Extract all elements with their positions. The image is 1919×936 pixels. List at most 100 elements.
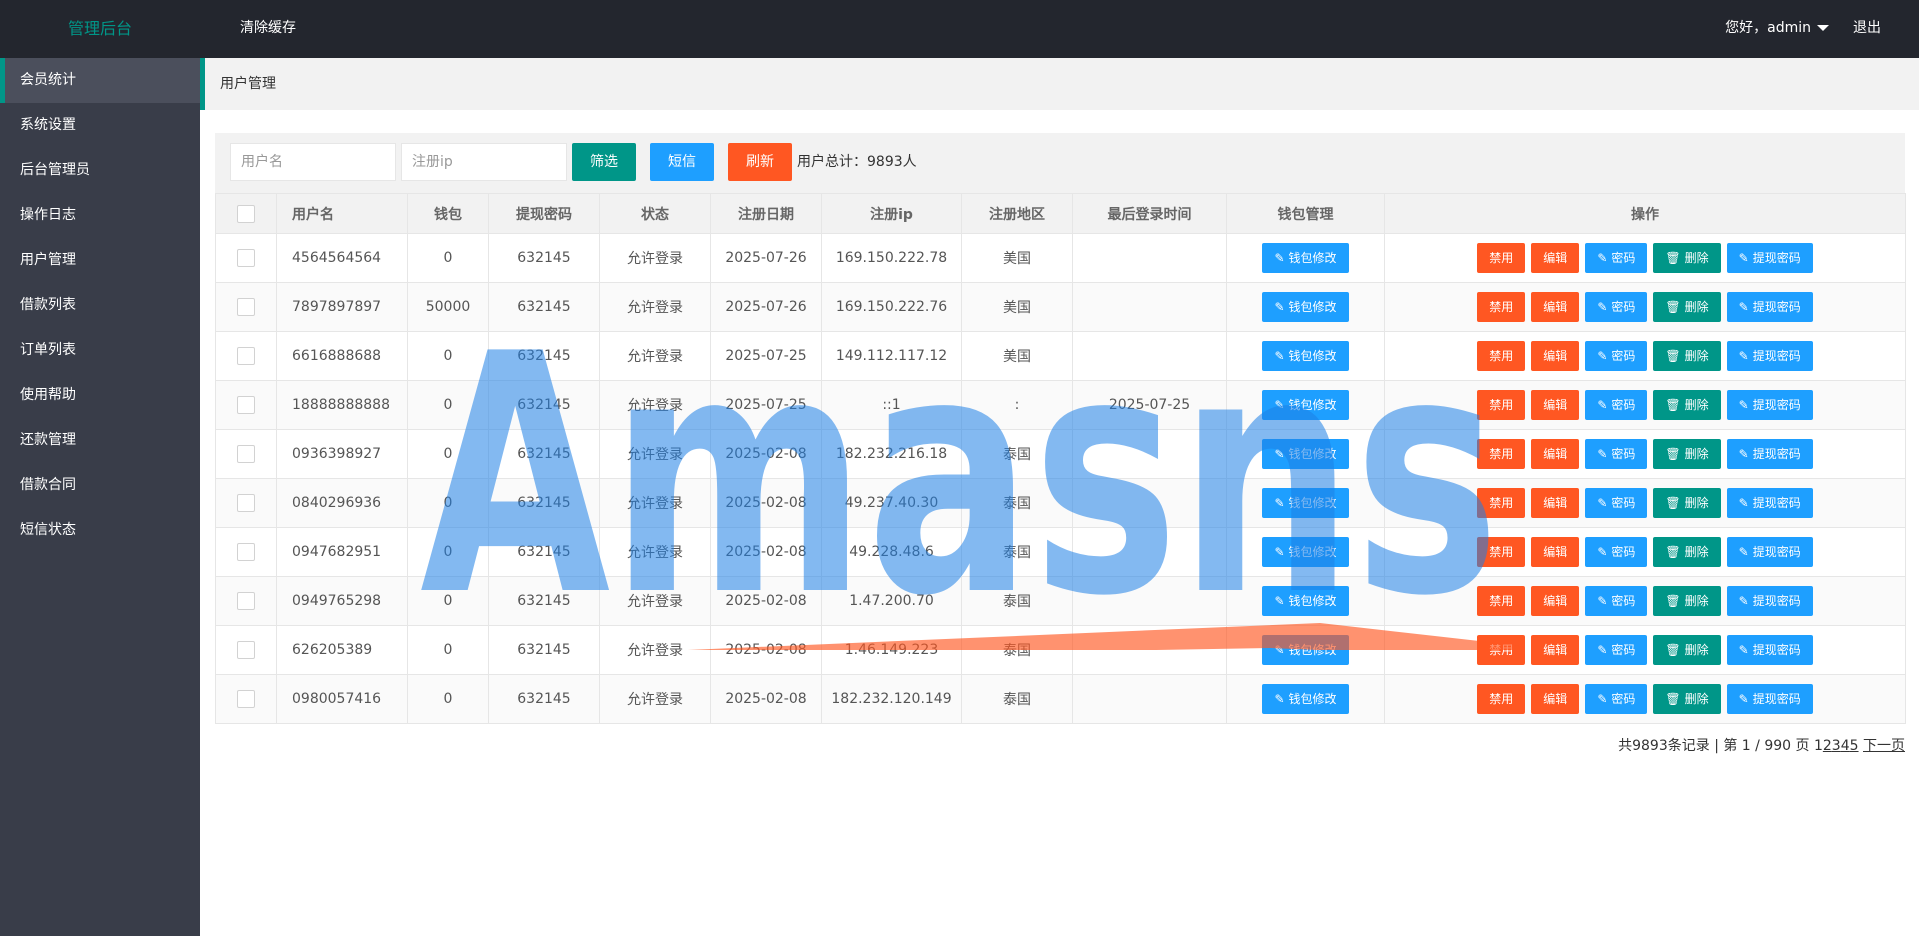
edit-button[interactable]: 编辑 [1531, 586, 1580, 616]
ban-button[interactable]: 禁用 [1477, 341, 1526, 371]
row-checkbox[interactable] [237, 543, 255, 561]
page-link[interactable]: 5 [1850, 738, 1859, 754]
withdraw-password-button[interactable]: ✎ 提现密码 [1726, 635, 1813, 665]
ban-button[interactable]: 禁用 [1477, 488, 1526, 518]
delete-button[interactable]: 🗑 删除 [1653, 684, 1721, 714]
row-checkbox[interactable] [237, 592, 255, 610]
sidebar-item-loan-contract[interactable]: 借款合同 [0, 463, 200, 508]
app-logo[interactable]: 管理后台 [0, 0, 200, 58]
wallet-edit-button[interactable]: ✎ 钱包修改 [1262, 341, 1349, 371]
password-button[interactable]: ✎ 密码 [1585, 439, 1648, 469]
withdraw-password-button[interactable]: ✎ 提现密码 [1726, 586, 1813, 616]
edit-button[interactable]: 编辑 [1531, 243, 1580, 273]
page-link[interactable]: 3 [1832, 738, 1841, 754]
ban-button[interactable]: 禁用 [1477, 586, 1526, 616]
page-link[interactable]: 4 [1841, 738, 1850, 754]
withdraw-password-button[interactable]: ✎ 提现密码 [1726, 439, 1813, 469]
sidebar-item-sms-status[interactable]: 短信状态 [0, 508, 200, 553]
password-button[interactable]: ✎ 密码 [1585, 586, 1648, 616]
ban-button[interactable]: 禁用 [1477, 684, 1526, 714]
row-checkbox[interactable] [237, 298, 255, 316]
ban-button[interactable]: 禁用 [1477, 635, 1526, 665]
sidebar-item-order-list[interactable]: 订单列表 [0, 328, 200, 373]
wallet-edit-button[interactable]: ✎ 钱包修改 [1262, 488, 1349, 518]
logout-link[interactable]: 退出 [1853, 0, 1881, 56]
withdraw-password-button[interactable]: ✎ 提现密码 [1726, 292, 1813, 322]
sidebar-item-loan-list[interactable]: 借款列表 [0, 283, 200, 328]
delete-button[interactable]: 🗑 删除 [1653, 243, 1721, 273]
wallet-edit-button[interactable]: ✎ 钱包修改 [1262, 586, 1349, 616]
wallet-edit-button[interactable]: ✎ 钱包修改 [1262, 537, 1349, 567]
page-link[interactable]: 2 [1823, 738, 1832, 754]
sidebar-item-help[interactable]: 使用帮助 [0, 373, 200, 418]
edit-button[interactable]: 编辑 [1531, 684, 1580, 714]
edit-button[interactable]: 编辑 [1531, 488, 1580, 518]
wallet-edit-button[interactable]: ✎ 钱包修改 [1262, 390, 1349, 420]
delete-button[interactable]: 🗑 删除 [1653, 341, 1721, 371]
row-checkbox[interactable] [237, 690, 255, 708]
wallet-edit-button[interactable]: ✎ 钱包修改 [1262, 292, 1349, 322]
ban-button[interactable]: 禁用 [1477, 537, 1526, 567]
ip-input[interactable] [401, 143, 567, 181]
edit-button[interactable]: 编辑 [1531, 439, 1580, 469]
row-checkbox[interactable] [237, 347, 255, 365]
ban-button[interactable]: 禁用 [1477, 439, 1526, 469]
delete-button[interactable]: 🗑 删除 [1653, 488, 1721, 518]
delete-label: 删除 [1684, 594, 1709, 608]
sidebar-item-admins[interactable]: 后台管理员 [0, 148, 200, 193]
edit-button[interactable]: 编辑 [1531, 635, 1580, 665]
row-checkbox[interactable] [237, 396, 255, 414]
edit-button[interactable]: 编辑 [1531, 390, 1580, 420]
delete-button[interactable]: 🗑 删除 [1653, 292, 1721, 322]
wallet-edit-button[interactable]: ✎ 钱包修改 [1262, 635, 1349, 665]
cell-last-login [1072, 478, 1227, 528]
password-button[interactable]: ✎ 密码 [1585, 684, 1648, 714]
withdraw-password-button[interactable]: ✎ 提现密码 [1726, 537, 1813, 567]
sms-button[interactable]: 短信 [650, 143, 714, 181]
wallet-edit-button[interactable]: ✎ 钱包修改 [1262, 684, 1349, 714]
row-checkbox[interactable] [237, 249, 255, 267]
withdraw-password-button[interactable]: ✎ 提现密码 [1726, 243, 1813, 273]
delete-button[interactable]: 🗑 删除 [1653, 537, 1721, 567]
filter-button[interactable]: 筛选 [572, 143, 636, 181]
password-button[interactable]: ✎ 密码 [1585, 537, 1648, 567]
withdraw-password-button[interactable]: ✎ 提现密码 [1726, 684, 1813, 714]
user-menu[interactable]: 您好，admin [1725, 0, 1829, 56]
ban-button[interactable]: 禁用 [1477, 390, 1526, 420]
edit-button[interactable]: 编辑 [1531, 537, 1580, 567]
password-button[interactable]: ✎ 密码 [1585, 635, 1648, 665]
withdraw-password-button[interactable]: ✎ 提现密码 [1726, 390, 1813, 420]
delete-button[interactable]: 🗑 删除 [1653, 439, 1721, 469]
clear-cache-link[interactable]: 清除缓存 [240, 0, 296, 56]
edit-button[interactable]: 编辑 [1531, 341, 1580, 371]
sidebar-item-repayment[interactable]: 还款管理 [0, 418, 200, 463]
sidebar-item-operation-log[interactable]: 操作日志 [0, 193, 200, 238]
sidebar-item-user-management[interactable]: 用户管理 [0, 238, 200, 283]
sidebar-item-system-settings[interactable]: 系统设置 [0, 103, 200, 148]
row-checkbox[interactable] [237, 494, 255, 512]
username-input[interactable] [230, 143, 396, 181]
sidebar-item-member-stats[interactable]: 会员统计 [0, 58, 200, 103]
delete-button[interactable]: 🗑 删除 [1653, 635, 1721, 665]
refresh-button[interactable]: 刷新 [728, 143, 792, 181]
delete-button[interactable]: 🗑 删除 [1653, 586, 1721, 616]
edit-button[interactable]: 编辑 [1531, 292, 1580, 322]
row-checkbox[interactable] [237, 445, 255, 463]
wallet-edit-button[interactable]: ✎ 钱包修改 [1262, 243, 1349, 273]
password-button[interactable]: ✎ 密码 [1585, 243, 1648, 273]
ban-button[interactable]: 禁用 [1477, 243, 1526, 273]
password-button[interactable]: ✎ 密码 [1585, 341, 1648, 371]
withdraw-password-button[interactable]: ✎ 提现密码 [1726, 488, 1813, 518]
delete-button[interactable]: 🗑 删除 [1653, 390, 1721, 420]
password-button[interactable]: ✎ 密码 [1585, 292, 1648, 322]
next-page-link[interactable]: 下一页 [1863, 738, 1905, 754]
withdraw-password-button[interactable]: ✎ 提现密码 [1726, 341, 1813, 371]
select-all-checkbox[interactable] [237, 204, 255, 223]
password-button[interactable]: ✎ 密码 [1585, 390, 1648, 420]
wallet-edit-button[interactable]: ✎ 钱包修改 [1262, 439, 1349, 469]
password-button[interactable]: ✎ 密码 [1585, 488, 1648, 518]
cell-register-ip: 182.232.120.149 [821, 674, 962, 724]
cell-wallet: 0 [407, 233, 489, 283]
row-checkbox[interactable] [237, 641, 255, 659]
ban-button[interactable]: 禁用 [1477, 292, 1526, 322]
